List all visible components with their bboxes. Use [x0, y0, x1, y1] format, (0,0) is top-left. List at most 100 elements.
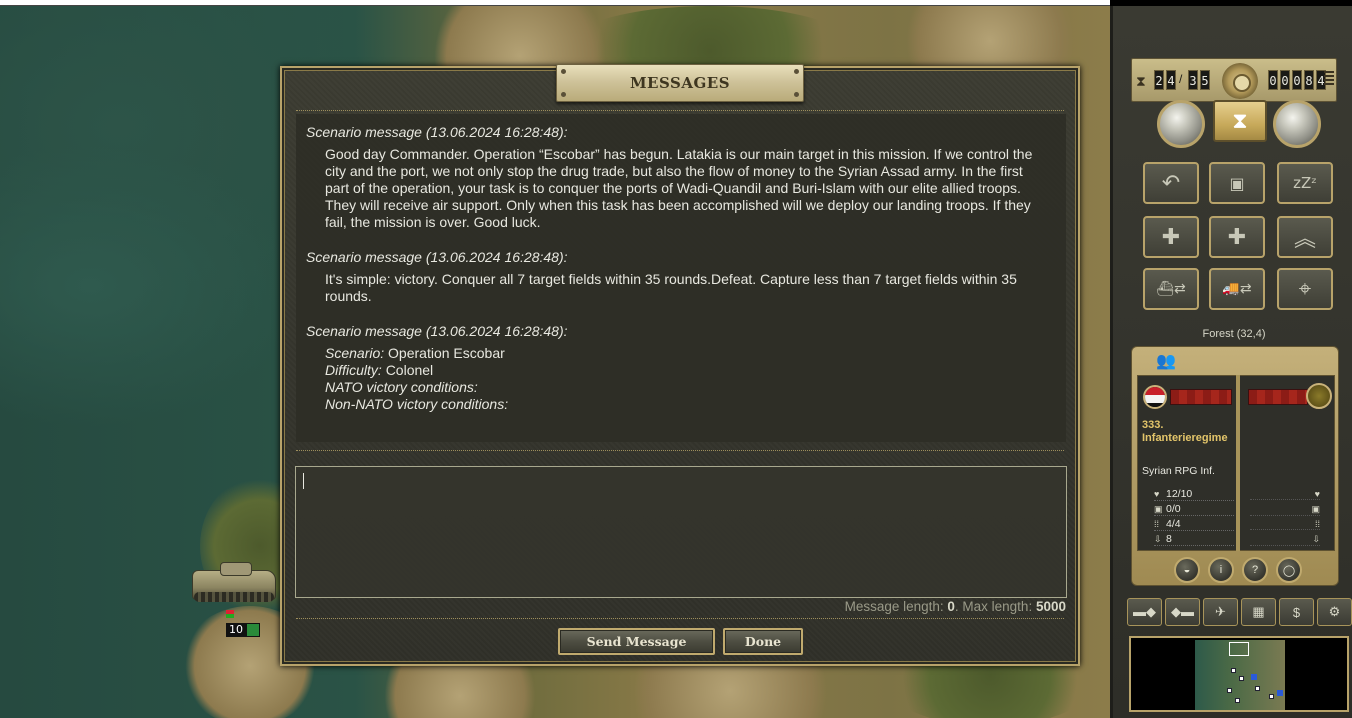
unit-list-button[interactable]: ▬◆	[1127, 598, 1162, 626]
round-digit: 2	[1154, 70, 1164, 90]
hourglass-icon: ⧗	[1136, 73, 1146, 89]
command-panel: ⧗ 2 4 / 3 5 0 0 0 8 4 ⧗ ↶ ▣ zZᶻ ✚ ✚ ︽ ⛴⇄…	[1110, 6, 1352, 718]
undo-icon: ↶	[1161, 170, 1181, 196]
non-nato-conditions-row: Non-NATO victory conditions:	[306, 396, 1056, 413]
stat-movement-value: 8	[1166, 533, 1172, 545]
ammo-icon: ⁞⁞	[1154, 519, 1160, 529]
truck-icon: 🚚⇄	[1222, 281, 1252, 297]
syria-flag-icon	[1143, 385, 1167, 409]
text-caret	[303, 473, 304, 489]
scenario-key: Scenario:	[325, 345, 385, 361]
message-body: Good day Commander. Operation “Escobar” …	[325, 146, 1033, 230]
sleep-icon: zZᶻ	[1293, 174, 1317, 192]
done-button[interactable]: Done	[723, 628, 803, 655]
elite-reinforce-button[interactable]: ✚	[1209, 216, 1265, 258]
minimap-enemy	[1251, 674, 1257, 680]
send-message-button[interactable]: Send Message	[558, 628, 715, 655]
reinforce-button[interactable]: ✚	[1143, 216, 1199, 258]
message-item: Scenario message (13.06.2024 16:28:48): …	[296, 114, 1066, 231]
unit-info-card: 👥 333. Infanterieregime Syrian RPG Inf. …	[1131, 346, 1339, 586]
round-total-digit: 5	[1200, 70, 1210, 90]
difficulty-value: Colonel	[385, 362, 434, 378]
message-input[interactable]	[295, 466, 1067, 598]
plane-icon: ✈	[1215, 604, 1226, 619]
dialog-title-plate: MESSAGES	[556, 64, 804, 102]
hex-info-label: Forest (32,4)	[1202, 328, 1266, 340]
difficulty-row: Difficulty: Colonel	[306, 362, 1056, 379]
unit-type: Syrian RPG Inf.	[1142, 465, 1215, 477]
minimap-enemy	[1277, 690, 1283, 696]
right-orb-button[interactable]	[1273, 100, 1321, 148]
minimap-unit	[1235, 698, 1240, 703]
help-button[interactable]: ?	[1242, 557, 1268, 583]
gear-icon: ⚙	[1328, 604, 1341, 619]
round-digit: 4	[1166, 70, 1176, 90]
nato-conditions-row: NATO victory conditions:	[306, 379, 1056, 396]
stat-ammo-value: 4/4	[1166, 518, 1181, 530]
unit-flag-icon	[226, 610, 248, 620]
settings-button[interactable]: ⚙	[1317, 598, 1352, 626]
air-button[interactable]: ✈	[1203, 598, 1238, 626]
messages-dialog: MESSAGES Scenario message (13.06.2024 16…	[280, 64, 1080, 666]
message-log[interactable]: Scenario message (13.06.2024 16:28:48): …	[296, 114, 1066, 442]
supply-button[interactable]: ▣	[1209, 162, 1265, 204]
boot-icon: ⇩	[1250, 534, 1320, 546]
target-icon: ⌖	[1298, 276, 1312, 302]
message-length-label: Message length:	[844, 599, 948, 614]
rank-bar-right	[1248, 389, 1308, 405]
undo-button[interactable]: ↶	[1143, 162, 1199, 204]
dollar-icon: $	[1292, 604, 1301, 620]
tank-icon: ▬◆	[1133, 604, 1156, 619]
grid-button[interactable]: ▦	[1241, 598, 1276, 626]
message-header: Scenario message (13.06.2024 16:28:48):	[306, 124, 568, 140]
ship-icon: ⛴⇄	[1156, 281, 1186, 297]
unit-card-divider	[1236, 375, 1240, 551]
non-nato-conditions-key: Non-NATO victory conditions:	[325, 396, 509, 412]
chat-button[interactable]: ◯	[1276, 557, 1302, 583]
unit-strength-indicator: 10	[226, 623, 262, 637]
fuel-icon: ▣	[1229, 173, 1245, 193]
scenario-value: Operation Escobar	[388, 345, 505, 361]
minimap[interactable]	[1129, 636, 1349, 712]
heart-icon: ♥	[1250, 489, 1320, 500]
gear-icon[interactable]	[1222, 63, 1258, 99]
map-unit-tank[interactable]	[192, 560, 278, 606]
infantry-tab-icon[interactable]: 👥	[1156, 351, 1176, 371]
embark-ship-button[interactable]: ⛴⇄	[1143, 268, 1199, 310]
sleep-button[interactable]: zZᶻ	[1277, 162, 1333, 204]
divider	[296, 450, 1064, 451]
info-button[interactable]: i	[1208, 557, 1234, 583]
dialog-title: MESSAGES	[629, 74, 731, 92]
end-turn-button[interactable]: ⧗	[1213, 100, 1267, 142]
money-button[interactable]: $	[1279, 598, 1314, 626]
counter-digit: 0	[1280, 70, 1290, 90]
unit-name: 333. Infanterieregime	[1142, 419, 1228, 444]
boot-icon: ⇩	[1154, 534, 1162, 544]
stat-strength: ♥ 12/10	[1154, 488, 1234, 501]
round-counter-strip: ⧗ 2 4 / 3 5 0 0 0 8 4	[1131, 58, 1337, 102]
stat-fuel-value: 0/0	[1166, 503, 1181, 515]
message-item: Scenario message (13.06.2024 16:28:48): …	[296, 323, 1066, 413]
minimap-unit	[1231, 668, 1236, 673]
target-button[interactable]: ⌖	[1277, 268, 1333, 310]
transport-button[interactable]: 🚚⇄	[1209, 268, 1265, 310]
nato-conditions-key: NATO victory conditions:	[325, 379, 478, 395]
message-length-indicator: Message length: 0. Max length: 5000	[845, 599, 1066, 614]
left-orb-button[interactable]	[1157, 100, 1205, 148]
upgrade-button[interactable]: ︽	[1277, 216, 1333, 258]
round-separator: /	[1179, 72, 1183, 86]
divider	[296, 618, 1064, 619]
grid-icon: ▦	[1252, 604, 1265, 619]
counter-digit: 0	[1268, 70, 1278, 90]
max-length-label: . Max length:	[954, 599, 1036, 614]
minimap-unit	[1269, 694, 1274, 699]
round-total-digit: 3	[1188, 70, 1198, 90]
experience-orb-icon	[1306, 383, 1332, 409]
fuel-icon: ▣	[1154, 504, 1163, 514]
message-header: Scenario message (13.06.2024 16:28:48):	[306, 249, 568, 265]
unit-view-button[interactable]: ◒	[1174, 557, 1200, 583]
minimap-viewport	[1229, 642, 1249, 656]
buy-unit-button[interactable]: ◆▬	[1165, 598, 1200, 626]
max-length-value: 5000	[1035, 599, 1066, 614]
list-icon[interactable]	[1324, 71, 1334, 87]
